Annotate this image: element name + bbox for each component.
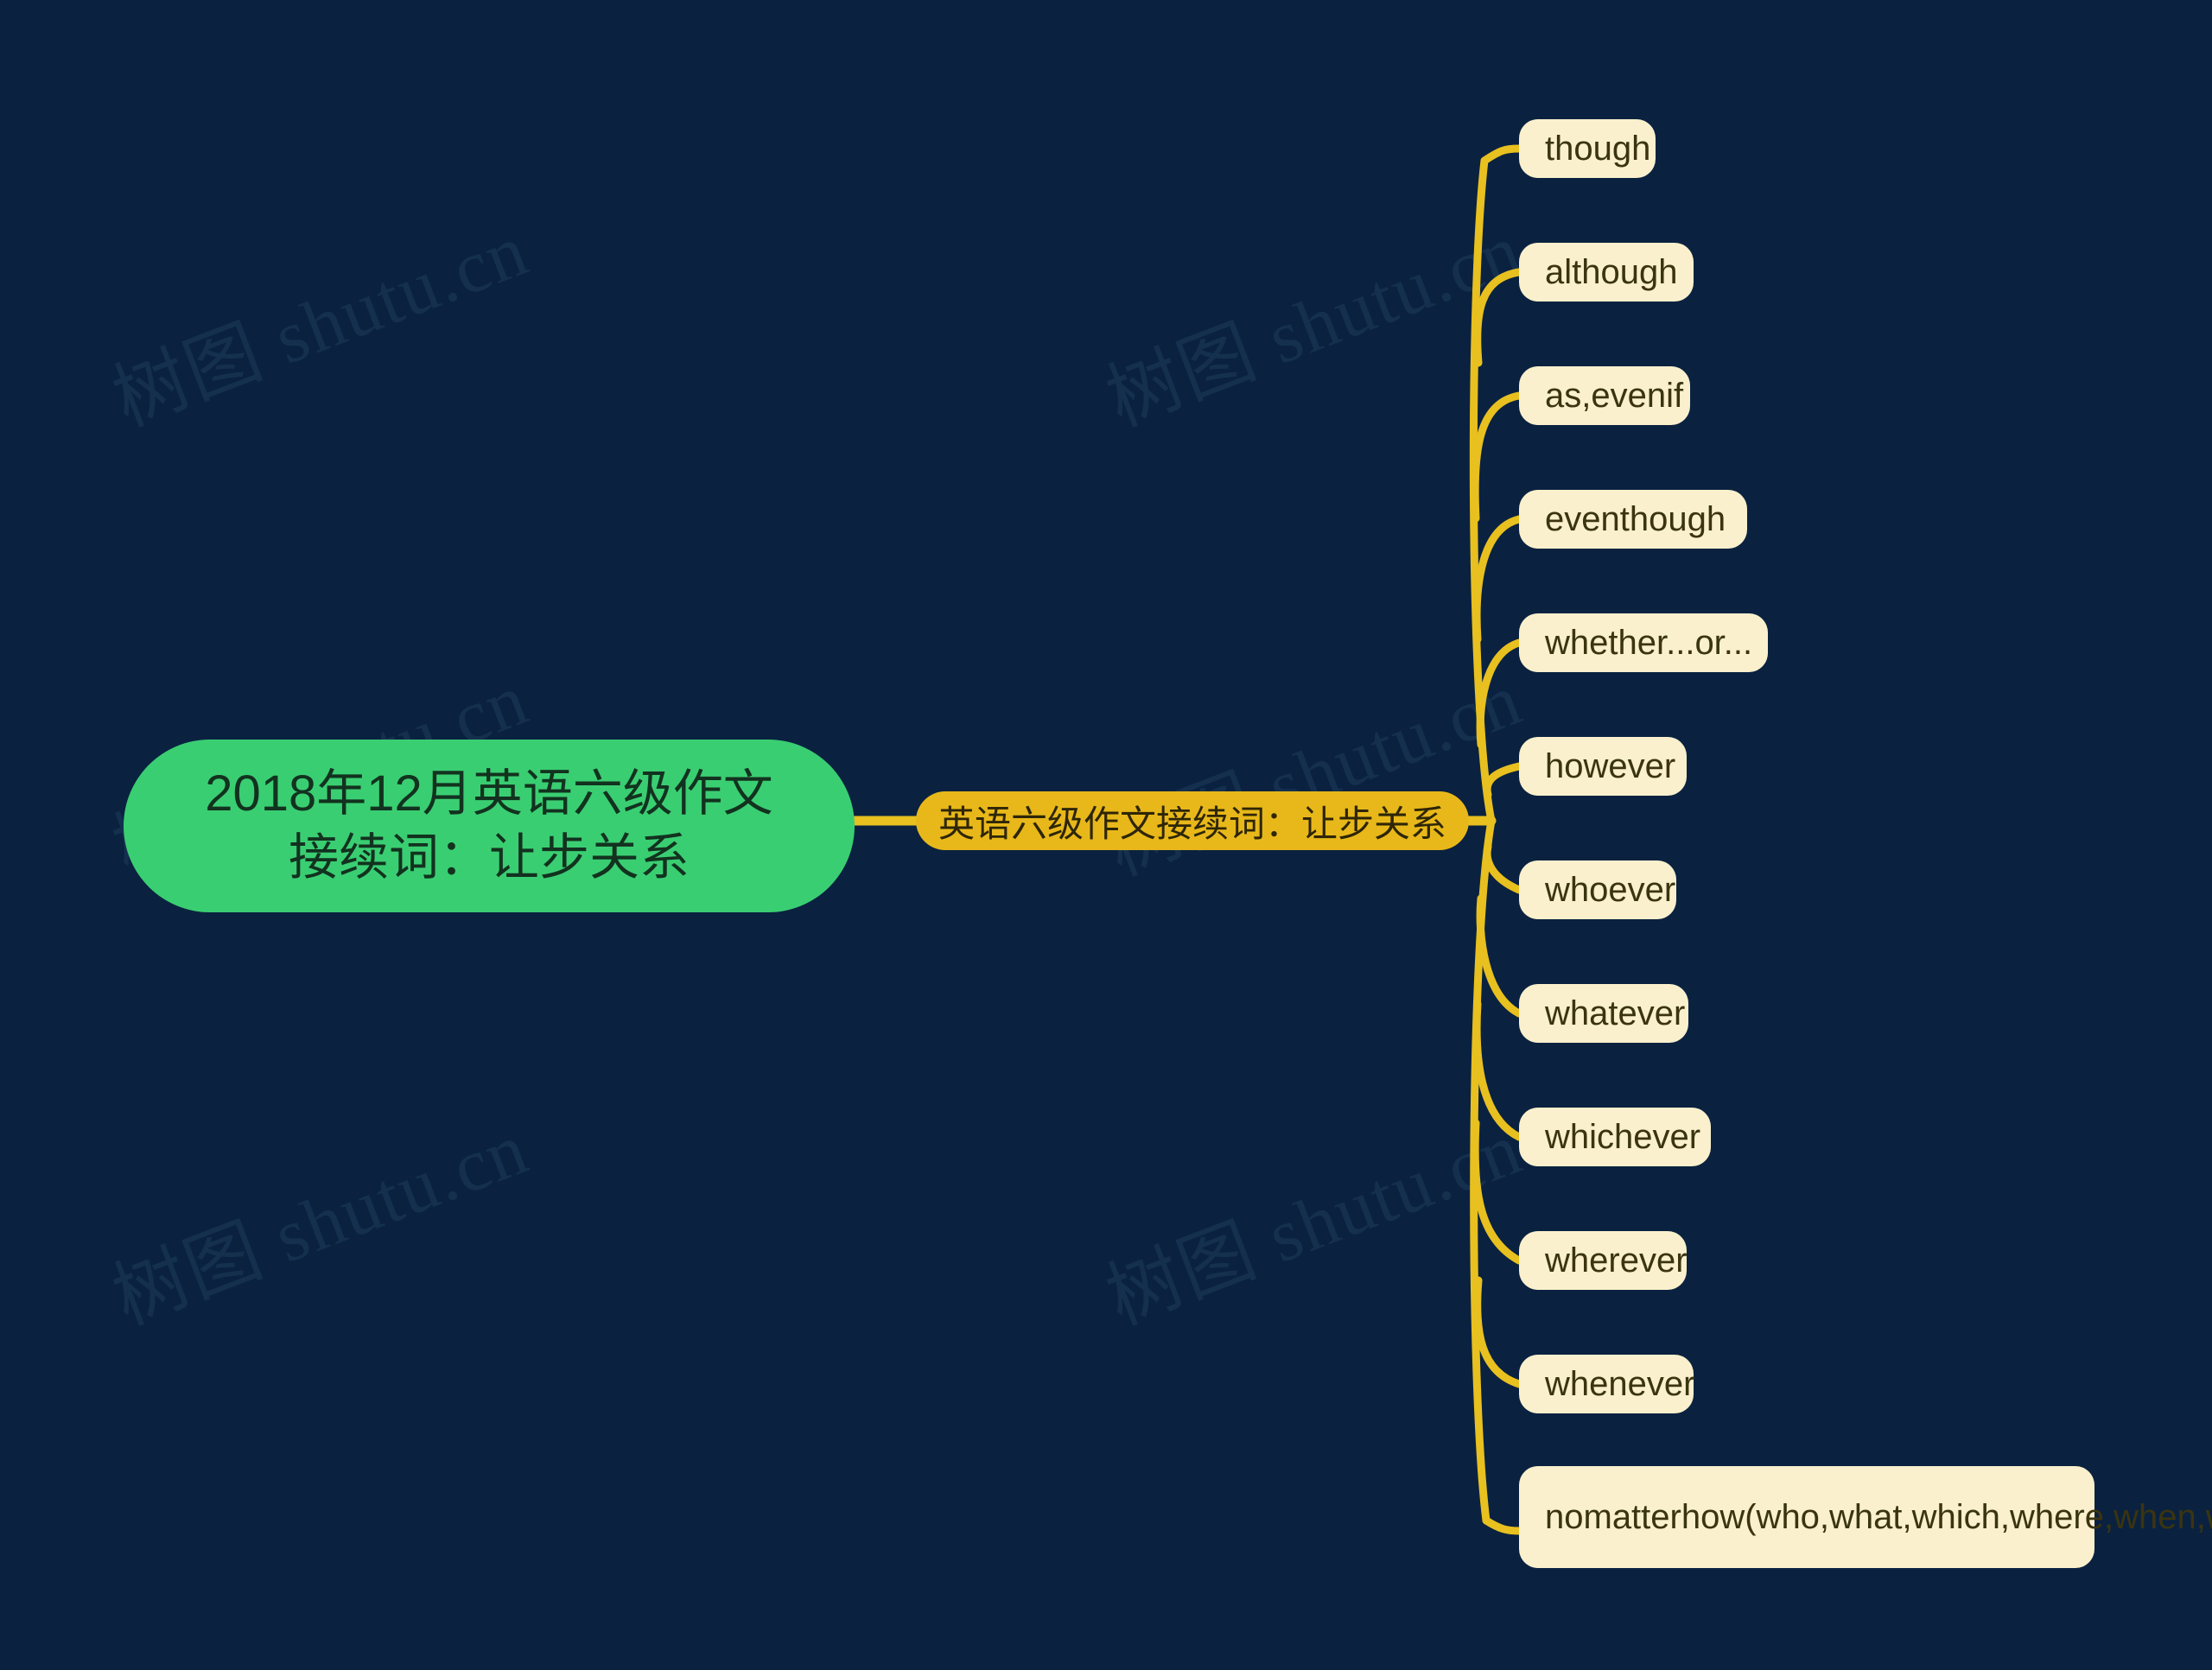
watermark-text: 树图 shutu.cn <box>102 1106 539 1341</box>
leaf-node-label: eventhough <box>1545 499 1726 538</box>
leaf-node-however[interactable]: however <box>1519 737 1687 796</box>
leaf-node-nomatterhow[interactable]: nomatterhow(who,what,which,where,when,wh… <box>1519 1466 2212 1568</box>
root-node[interactable]: 2018年12月英语六级作文 接续词：让步关系 <box>124 740 855 912</box>
leaf-node-label: as,evenif <box>1545 376 1684 415</box>
watermark-text: 树图 shutu.cn <box>1096 207 1533 442</box>
mindmap-canvas: 树图 shutu.cn 树图 shutu.cn 树图 shutu.cn 树图 s… <box>0 0 2212 1670</box>
leaf-node-label: whichever <box>1545 1117 1701 1156</box>
leaf-node-label: whatever <box>1545 994 1686 1032</box>
watermark-text: 树图 shutu.cn <box>1096 1106 1533 1341</box>
leaf-node-label: whoever <box>1545 870 1676 909</box>
leaf-node-label: whether...or... <box>1545 623 1753 662</box>
leaf-node-label: whenever <box>1545 1364 1695 1403</box>
leaf-node-label: wherever <box>1545 1241 1688 1279</box>
leaf-node-label: though <box>1545 129 1651 168</box>
leaf-node-label: however <box>1545 746 1676 785</box>
root-node-text: 2018年12月英语六级作文 接续词：让步关系 <box>205 762 773 890</box>
leaf-node-label: although <box>1545 252 1678 291</box>
leaf-node-wherever[interactable]: wherever <box>1519 1231 1688 1290</box>
leaf-node-although[interactable]: although <box>1519 243 1694 302</box>
leaf-node-as-evenif[interactable]: as,evenif <box>1519 366 1690 425</box>
watermark-text: 树图 shutu.cn <box>1096 657 1533 892</box>
leaf-node-label: nomatterhow(who,what,which,where,when,wh… <box>1545 1498 2212 1536</box>
watermark-text: 树图 shutu.cn <box>102 207 539 442</box>
branch-node-label: 英语六级作文接续词：让步关系 <box>938 803 1447 844</box>
leaf-node-whoever[interactable]: whoever <box>1519 860 1676 919</box>
leaf-node-though[interactable]: though <box>1519 119 1656 178</box>
root-node-line-2: 接续词：让步关系 <box>288 829 690 886</box>
root-node-line-1: 2018年12月英语六级作文 <box>205 765 773 822</box>
leaf-node-whichever[interactable]: whichever <box>1519 1108 1711 1166</box>
leaf-node-whatever[interactable]: whatever <box>1519 984 1688 1043</box>
leaf-node-eventhough[interactable]: eventhough <box>1519 490 1747 549</box>
leaf-node-whenever[interactable]: whenever <box>1519 1355 1694 1413</box>
leaf-node-whether-or[interactable]: whether...or... <box>1519 613 1768 672</box>
branch-node[interactable]: 英语六级作文接续词：让步关系 <box>916 791 1469 850</box>
